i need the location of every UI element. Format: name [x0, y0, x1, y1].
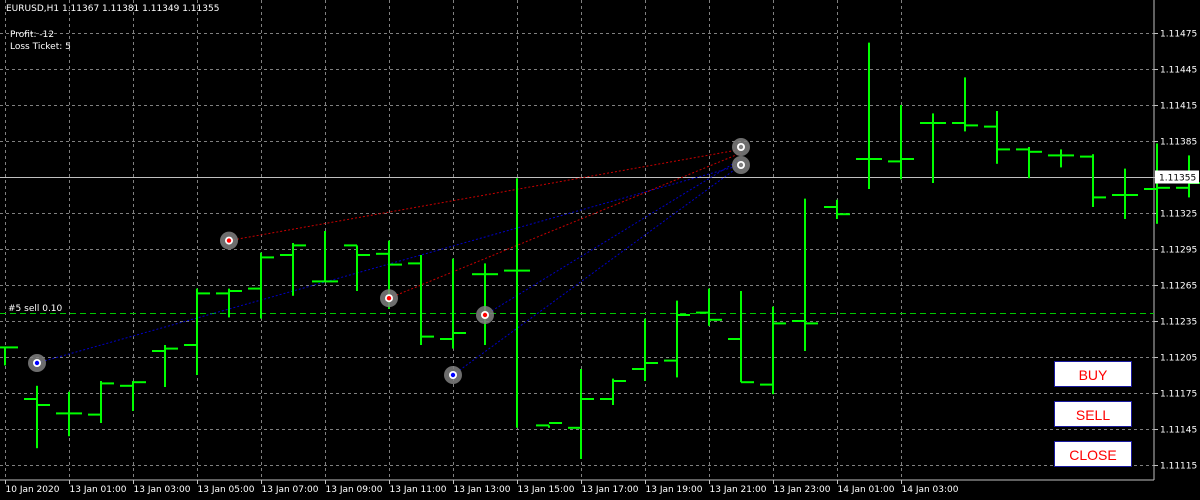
- loss-ticket-label: Loss Ticket: 5: [10, 42, 71, 52]
- price-tick-label: 1.11235: [1160, 318, 1197, 328]
- ohlc-bar: [888, 105, 914, 180]
- buy-marker-icon: [28, 354, 46, 372]
- profit-label: Profit: -12: [10, 30, 55, 40]
- ohlc-bar: [408, 255, 434, 345]
- ohlc-bar: [696, 288, 722, 326]
- ohlc-bar: [984, 111, 1010, 164]
- ohlc-bar: [1016, 147, 1042, 179]
- time-tick-label: 13 Jan 13:00: [454, 485, 511, 495]
- time-tick-label: 13 Jan 21:00: [710, 485, 767, 495]
- ohlc-bar: [536, 422, 562, 428]
- trade-trace-line: [452, 164, 742, 376]
- price-tick-label: 1.11115: [1160, 462, 1197, 472]
- order-line-label: #5 sell 0.10: [8, 304, 63, 314]
- ohlc-bar: [0, 346, 18, 366]
- chart-canvas[interactable]: 1.11475 1.11445 1.11415 1.11385 1.11355 1.113…: [0, 0, 1200, 500]
- time-tick-label: 13 Jan 03:00: [134, 485, 191, 495]
- ohlc-bar: [344, 244, 370, 291]
- ohlc-bar: [152, 345, 178, 387]
- ohlc-bar: [472, 263, 498, 345]
- ohlc-bar: [440, 258, 466, 349]
- ohlc-bar: [920, 113, 946, 183]
- time-tick-label: 13 Jan 19:00: [646, 485, 703, 495]
- ohlc-bar: [216, 288, 242, 318]
- buy-button[interactable]: BUY: [1054, 361, 1132, 387]
- buy-marker-icon: [444, 366, 462, 384]
- symbol-header: EURUSD,H1 1.11367 1.11381 1.11349 1.1135…: [6, 4, 220, 14]
- trade-trace-line: [388, 152, 742, 299]
- price-tick-label: 1.11295: [1160, 246, 1197, 256]
- marker-dot: [34, 360, 40, 366]
- close-marker-icon: [732, 156, 750, 174]
- ohlc-bar: [856, 42, 882, 189]
- ohlc-bar: [952, 77, 978, 132]
- ohlc-bar: [88, 381, 114, 423]
- marker-dot: [450, 372, 456, 378]
- sell-marker-icon: [220, 231, 238, 250]
- time-tick-label: 14 Jan 03:00: [902, 485, 959, 495]
- time-tick-label: 14 Jan 01:00: [838, 485, 895, 495]
- ohlc-bar: [120, 381, 146, 411]
- ohlc-bar: [728, 291, 754, 384]
- close-marker-icon: [732, 138, 750, 156]
- price-axis: 1.11475 1.11445 1.11415 1.11385 1.11355 1.113…: [1153, 0, 1197, 480]
- time-tick-label: 13 Jan 01:00: [70, 485, 127, 495]
- chart-grid: [0, 0, 1154, 480]
- trade-trace-line: [228, 148, 742, 242]
- sell-marker-icon: [380, 289, 398, 308]
- sell-marker-icon: [476, 306, 494, 324]
- current-price-tag-label: 1.11355: [1159, 174, 1196, 184]
- ohlc-bar: [792, 198, 818, 351]
- time-tick-label: 13 Jan 23:00: [774, 485, 831, 495]
- ohlc-bar: [760, 306, 786, 395]
- ohlc-bar: [824, 199, 850, 219]
- marker-dot: [738, 144, 744, 150]
- level-lines: [0, 177, 1154, 314]
- time-tick-label: 13 Jan 11:00: [390, 485, 447, 495]
- price-tick-label: 1.11385: [1160, 138, 1197, 148]
- time-tick-label: 10 Jan 2020: [6, 485, 60, 495]
- ohlc-bar: [312, 231, 338, 283]
- price-tick-label: 1.11265: [1160, 282, 1197, 292]
- marker-dot: [386, 296, 392, 301]
- price-tick-label: 1.11325: [1160, 210, 1197, 220]
- ohlc-bar: [568, 369, 594, 459]
- trade-trace-line: [484, 158, 742, 316]
- ohlc-bar: [600, 378, 626, 405]
- sell-button[interactable]: SELL: [1054, 401, 1132, 427]
- time-tick-label: 13 Jan 15:00: [518, 485, 575, 495]
- ohlc-bar: [664, 300, 690, 378]
- ohlc-bar: [504, 178, 530, 428]
- price-chart[interactable]: 1.11475 1.11445 1.11415 1.11385 1.11355 1.113…: [0, 0, 1200, 500]
- marker-dot: [226, 238, 232, 243]
- close-button[interactable]: CLOSE: [1054, 441, 1132, 467]
- ohlc-bar: [184, 288, 210, 375]
- time-tick-label: 13 Jan 07:00: [262, 485, 319, 495]
- price-tick-label: 1.11205: [1160, 354, 1197, 364]
- current-price-tag: 1.11355: [1155, 170, 1199, 184]
- ohlc-bar: [24, 385, 50, 449]
- price-tick-label: 1.11415: [1160, 102, 1197, 112]
- time-tick-label: 13 Jan 05:00: [198, 485, 255, 495]
- ohlc-bar: [280, 243, 306, 296]
- marker-dot: [482, 312, 488, 318]
- time-axis: 10 Jan 2020 13 Jan 01:00 13 Jan 03:00 13 Ja…: [0, 479, 1154, 495]
- ohlc-bar: [632, 318, 658, 381]
- time-tick-label: 13 Jan 17:00: [582, 485, 639, 495]
- price-tick-label: 1.11145: [1160, 426, 1197, 436]
- ohlc-bar: [1080, 154, 1106, 207]
- price-tick-label: 1.11475: [1160, 30, 1197, 40]
- ohlc-bar: [1112, 168, 1138, 219]
- marker-dot: [738, 162, 744, 168]
- ohlc-bar: [1048, 149, 1074, 168]
- price-tick-label: 1.11175: [1160, 390, 1197, 400]
- price-tick-label: 1.11445: [1160, 66, 1197, 76]
- time-tick-label: 13 Jan 09:00: [326, 485, 383, 495]
